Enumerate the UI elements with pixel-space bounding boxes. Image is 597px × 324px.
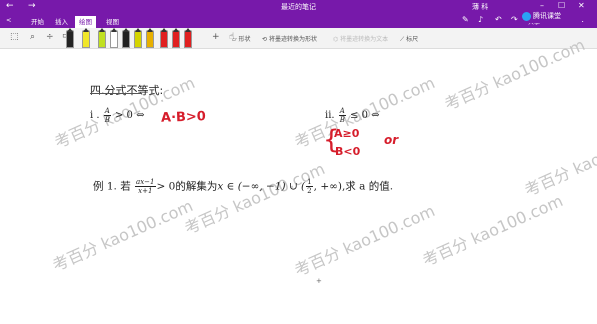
pen-tip-icon xyxy=(67,28,73,32)
watermark: 考百分 kao100.com xyxy=(291,201,438,281)
pen-10-icon[interactable] xyxy=(184,28,192,48)
ribbon-tabs: < 开始 插入 绘图 视图 ✎ ♪ ↶ ↷ 共享 … xyxy=(0,14,597,28)
lasso-select-icon[interactable]: ⬚ xyxy=(10,32,19,42)
case-1-denominator: B xyxy=(104,116,110,124)
pen-5-icon[interactable] xyxy=(122,28,130,48)
watermark: 考百分 kao100.com xyxy=(181,159,328,239)
half-fraction: 12 xyxy=(306,178,313,195)
pen-3-icon[interactable] xyxy=(98,28,106,48)
pen-6-icon[interactable] xyxy=(134,28,142,48)
pen-tip-icon xyxy=(83,28,89,32)
case-1-formula: i . AB > 0 ⇔ xyxy=(90,107,144,124)
ruler-label: 标尺 xyxy=(406,36,419,43)
pen-tip-icon xyxy=(185,28,191,32)
pen-tip-icon xyxy=(173,28,179,32)
case-2-label: ii. xyxy=(325,110,335,121)
case-2-denominator: B xyxy=(339,116,345,124)
watermark: 考百分 kao100.com xyxy=(49,196,196,276)
pen-1-icon[interactable] xyxy=(66,28,74,48)
pen-8-icon[interactable] xyxy=(160,28,168,48)
case-1-numerator: A xyxy=(103,107,111,116)
example-fraction: ax−1 x+1 xyxy=(135,178,156,195)
case-2-handwriting-line1: A≥0 xyxy=(334,127,360,140)
draw-toolbar: ⬚ ⌕ ÷ ▭ + ☝ ▱ 形状 ⟲ 将墨迹转换为形状 ⌬ 将墨迹转换为文本 ⟋… xyxy=(0,28,597,49)
pen-tip-icon xyxy=(161,28,167,32)
case-2-formula: ii. AB ≤ 0 ⇔ xyxy=(325,107,380,124)
example-set: x ∈ (−∞, −1) ∪ ( xyxy=(217,180,306,193)
ink-to-text-button[interactable]: ⌬ 将墨迹转换为文本 xyxy=(333,34,388,43)
ribbon-back-icon[interactable]: < xyxy=(6,16,11,24)
brand-logo-icon xyxy=(522,11,531,21)
example-prefix: 例 1. 若 xyxy=(93,180,131,193)
heading-underline xyxy=(90,93,142,94)
title-bar: ← → 最近的笔记 薄 科 – ☐ ✕ xyxy=(0,0,597,14)
case-1-relation: > 0 ⇔ xyxy=(115,110,145,121)
redo-icon[interactable]: ↷ xyxy=(511,15,518,24)
case-2-numerator: A xyxy=(338,107,346,116)
undo-icon[interactable]: ↶ xyxy=(495,15,502,24)
pen-tip-icon xyxy=(99,28,105,32)
example-numerator: ax−1 xyxy=(135,178,156,187)
add-pen-icon[interactable]: + xyxy=(212,32,220,42)
case-2-relation: ≤ 0 ⇔ xyxy=(350,110,380,121)
case-2-handwriting-line2: B<0 xyxy=(335,145,361,158)
tab-view[interactable]: 视图 xyxy=(106,16,119,26)
shape-label: 形状 xyxy=(238,36,251,43)
case-1-fraction: AB xyxy=(103,107,111,124)
case-1-handwriting: A·B>0 xyxy=(160,109,207,126)
case-2-handwriting-or: or xyxy=(384,133,399,147)
half-numerator: 1 xyxy=(306,178,313,187)
tab-insert[interactable]: 插入 xyxy=(55,16,68,26)
watermark: 考百分 kao100.com xyxy=(419,191,566,271)
pen-tip-icon xyxy=(147,28,153,32)
brand-overlay: 腾讯课堂 xyxy=(522,9,582,23)
case-2-fraction: AB xyxy=(338,107,346,124)
tab-home[interactable]: 开始 xyxy=(31,16,44,26)
pen-tip-icon xyxy=(135,28,141,32)
shape-button[interactable]: ▱ 形状 xyxy=(232,34,251,43)
tab-draw[interactable]: 绘图 xyxy=(75,16,96,28)
example-set-end: , +∞) xyxy=(313,180,342,193)
window-title: 最近的笔记 xyxy=(281,3,316,11)
bell-icon[interactable]: ♪ xyxy=(478,15,483,24)
pen-2-icon[interactable] xyxy=(82,28,90,48)
brand-label: 腾讯课堂 xyxy=(533,12,561,20)
ruler-button[interactable]: ⟋ 标尺 xyxy=(400,34,418,44)
user-name[interactable]: 薄 科 xyxy=(472,2,488,12)
pen-7-icon[interactable] xyxy=(146,28,154,48)
half-denominator: 2 xyxy=(307,187,312,195)
pen-4-icon[interactable] xyxy=(110,28,118,48)
pen-tip-icon xyxy=(123,28,129,32)
example-1: 例 1. 若 ax−1 x+1 > 0的解集为x ∈ (−∞, −1) ∪ (1 2,… xyxy=(93,178,393,195)
watermark: 考百分 kao100.com xyxy=(521,121,597,201)
example-mid: > 0的解集为 xyxy=(156,180,218,193)
case-1-label: i . xyxy=(90,110,100,121)
insert-space-icon[interactable]: ÷ xyxy=(46,32,54,42)
cursor-icon: + xyxy=(316,277,322,285)
pen-9-icon[interactable] xyxy=(172,28,180,48)
pan-icon[interactable]: ⌕ xyxy=(30,32,35,42)
example-suffix: ,求 a 的值. xyxy=(341,180,394,193)
section-heading: 四.分式不等式: xyxy=(90,82,163,98)
pen-tip-icon xyxy=(111,28,117,32)
ink-to-text-label: 将墨迹转换为文本 xyxy=(340,36,389,43)
section-heading-text: 四.分式不等式: xyxy=(90,84,164,97)
ink-icon[interactable]: ✎ xyxy=(462,15,469,24)
ink-to-shape-label: 将墨迹转换为形状 xyxy=(268,36,317,43)
example-denominator: x+1 xyxy=(138,187,153,195)
note-canvas[interactable]: 考百分 kao100.com 考百分 kao100.com 考百分 kao100.c… xyxy=(0,35,597,324)
ink-to-shape-button[interactable]: ⟲ 将墨迹转换为形状 xyxy=(262,34,317,43)
